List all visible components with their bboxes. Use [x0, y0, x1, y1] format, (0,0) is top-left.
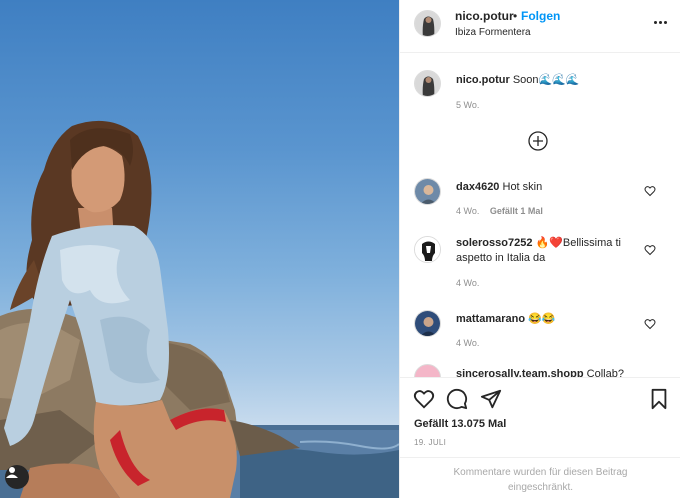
avatar-image: [415, 179, 440, 204]
comment-username[interactable]: solerosso7252: [456, 237, 532, 249]
author-username[interactable]: nico.potur: [455, 9, 514, 23]
comments-list[interactable]: nico.potur Soon🌊🌊🌊 5 Wo. dax4620 Hot ski…: [400, 54, 680, 377]
photo-illustration: [0, 120, 399, 498]
heart-icon[interactable]: [413, 388, 435, 410]
location-link[interactable]: Ibiza Formentera: [455, 27, 531, 38]
comment-icon[interactable]: [446, 388, 468, 410]
comment-time[interactable]: 4 Wo.: [456, 206, 479, 216]
comments-disabled-notice: Kommentare wurden für diesen Beitrag ein…: [400, 457, 680, 495]
post-photo[interactable]: [0, 0, 399, 498]
post-date[interactable]: 19. JULI: [414, 438, 446, 447]
comment-text: sincerosally.team.shopp Collab?: [456, 367, 656, 377]
comment-body: 😂😂: [528, 313, 556, 325]
comment-text: solerosso7252 🔥❤️Bellissima ti aspetto i…: [456, 236, 636, 266]
comment-meta: 4 Wo. Gefällt 1 Mal: [456, 206, 543, 216]
heart-icon[interactable]: [644, 318, 656, 330]
comment-username[interactable]: sincerosally.team.shopp: [456, 368, 584, 377]
bookmark-icon[interactable]: [648, 388, 670, 410]
comment-body: Collab?: [586, 368, 624, 377]
heart-icon[interactable]: [644, 244, 656, 256]
caption-body: Soon🌊🌊🌊: [512, 74, 580, 86]
comment-meta: 4 Wo.: [456, 338, 479, 348]
more-options-icon[interactable]: [654, 14, 670, 30]
user-tag-icon[interactable]: [5, 465, 29, 489]
comment-username[interactable]: dax4620: [456, 181, 499, 193]
caption-avatar[interactable]: [414, 70, 441, 97]
share-icon[interactable]: [480, 388, 502, 410]
likes-count[interactable]: Gefällt 13.075 Mal: [414, 418, 506, 430]
comment-text: mattamarano 😂😂: [456, 312, 636, 327]
comment-username[interactable]: mattamarano: [456, 313, 525, 325]
person-icon: [6, 467, 18, 478]
avatar-image: [415, 71, 440, 96]
avatar-image: [415, 311, 440, 336]
commenter-avatar[interactable]: [414, 178, 441, 205]
comment-body: Hot skin: [502, 181, 543, 193]
comments-disabled-text: Kommentare wurden für diesen Beitrag ein…: [453, 467, 628, 493]
avatar-image: [415, 11, 440, 36]
post-sidebar: nico.potur • Folgen Ibiza Formentera nic…: [399, 0, 680, 498]
caption-text: nico.potur Soon🌊🌊🌊: [456, 73, 636, 88]
follow-button[interactable]: Folgen: [521, 9, 560, 23]
add-comments-icon[interactable]: [528, 131, 548, 151]
commenter-avatar[interactable]: [414, 364, 441, 377]
heart-icon[interactable]: [644, 185, 656, 197]
separator-dot: •: [513, 9, 518, 23]
post-actions: Gefällt 13.075 Mal 19. JULI Kommentare w…: [400, 377, 680, 498]
caption-meta: 5 Wo.: [456, 100, 479, 110]
author-avatar[interactable]: [414, 10, 441, 37]
post-header: nico.potur • Folgen Ibiza Formentera: [400, 0, 680, 53]
comment-likes[interactable]: Gefällt 1 Mal: [490, 206, 543, 216]
comment-text: dax4620 Hot skin: [456, 180, 636, 195]
commenter-avatar[interactable]: [414, 236, 441, 263]
avatar-image: [415, 237, 440, 262]
comment-time[interactable]: 4 Wo.: [456, 278, 479, 288]
comment-time[interactable]: 4 Wo.: [456, 338, 479, 348]
commenter-avatar[interactable]: [414, 310, 441, 337]
caption-username[interactable]: nico.potur: [456, 74, 510, 86]
comment-meta: 4 Wo.: [456, 278, 479, 288]
caption-time[interactable]: 5 Wo.: [456, 100, 479, 110]
